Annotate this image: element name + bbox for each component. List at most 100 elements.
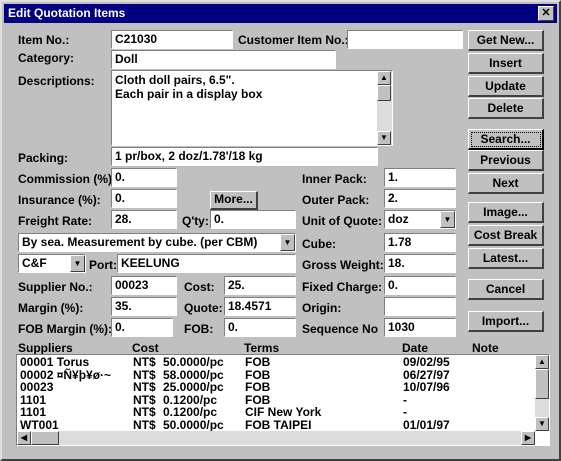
inner-pack-label: Inner Pack: <box>302 172 367 186</box>
suppliers-rows: 00001 Torus NT$ 50.0000/pc FOB 09/02/95 00002… <box>17 355 535 432</box>
cell-currency: NT$ <box>133 417 156 431</box>
origin-label: Origin: <box>302 301 342 315</box>
outer-pack-label: Outer Pack: <box>302 193 370 207</box>
freight-rate-field[interactable]: 28. <box>111 210 177 229</box>
insurance-field[interactable]: 0. <box>111 189 177 208</box>
unit-of-quote-label: Unit of Quote: <box>302 214 382 228</box>
list-vertical-thumb[interactable] <box>535 369 549 399</box>
image-button[interactable]: Image... <box>468 202 544 223</box>
cube-field[interactable]: 1.78 <box>384 233 456 252</box>
table-row[interactable]: 00023 NT$ 25.0000/pc FOB 10/07/96 <box>17 381 535 394</box>
fob-label: FOB: <box>184 322 214 336</box>
gross-weight-field[interactable]: 18. <box>384 254 456 273</box>
cube-label: Cube: <box>302 237 336 251</box>
more-button[interactable]: More... <box>210 191 258 210</box>
scroll-left-icon[interactable]: ◀ <box>17 431 31 445</box>
cost-column-header: Cost <box>132 341 159 355</box>
previous-button[interactable]: Previous <box>468 150 544 171</box>
window-title: Edit Quotation Items <box>8 6 126 20</box>
table-row[interactable]: WT001 NT$ 50.0000/pc FOB TAIPEI 01/01/97 <box>17 417 535 431</box>
scroll-down-icon[interactable]: ▼ <box>377 131 391 145</box>
fob-field[interactable]: 0. <box>224 318 296 337</box>
suppliers-column-header: Suppliers <box>18 341 73 355</box>
date-column-header: Date <box>402 341 429 355</box>
commission-label: Commission (%): <box>18 172 117 186</box>
search-button[interactable]: Search... <box>468 129 544 150</box>
list-horizontal-thumb[interactable] <box>31 431 59 445</box>
scroll-thumb[interactable] <box>377 85 391 101</box>
commission-field[interactable]: 0. <box>111 168 177 187</box>
quote-field[interactable]: 18.4571 <box>224 297 296 316</box>
customer-item-no-label: Customer Item No.: <box>238 33 349 47</box>
fob-margin-field[interactable]: 0. <box>111 318 173 337</box>
description-line-2: Each pair in a display box <box>115 87 263 101</box>
insurance-label: Insurance (%): <box>18 193 101 207</box>
scroll-down-icon[interactable]: ▼ <box>535 417 549 431</box>
title-bar: Edit Quotation Items ✕ <box>4 4 557 23</box>
descriptions-label: Descriptions: <box>18 74 95 88</box>
terms-column-header: Terms <box>244 341 280 355</box>
descriptions-textarea[interactable]: Cloth doll pairs, 6.5". Each pair in a d… <box>111 70 393 146</box>
get-new-button[interactable]: Get New... <box>468 30 544 51</box>
unit-of-quote-select[interactable]: doz ▼ <box>384 210 456 229</box>
outer-pack-field[interactable]: 2. <box>384 189 456 208</box>
terms-select[interactable]: C&F ▼ <box>18 254 86 273</box>
packing-label: Packing: <box>18 151 69 165</box>
chevron-down-icon[interactable]: ▼ <box>70 255 85 272</box>
note-column-header: Note <box>472 341 499 355</box>
fob-margin-label: FOB Margin (%): <box>18 322 112 336</box>
margin-label: Margin (%): <box>18 301 84 315</box>
update-button[interactable]: Update <box>468 76 544 97</box>
qty-field[interactable]: 0. <box>210 210 296 229</box>
port-field[interactable]: KEELUNG <box>117 254 296 273</box>
item-no-field[interactable]: C21030 <box>111 30 233 49</box>
suppliers-list[interactable]: 00001 Torus NT$ 50.0000/pc FOB 09/02/95 00002… <box>16 354 550 446</box>
table-row[interactable]: 00002 ¤Ñ¥þ¥ø·~ NT$ 58.0000/pc FOB 06/27/97 <box>17 368 535 382</box>
chevron-down-icon[interactable]: ▼ <box>280 234 295 251</box>
scroll-right-icon[interactable]: ▶ <box>521 431 535 445</box>
unit-of-quote-value: doz <box>388 212 409 226</box>
cost-label: Cost: <box>184 280 215 294</box>
cell-supplier: WT001 <box>20 417 59 431</box>
cell-cost: 50.0000/pc <box>163 417 224 431</box>
port-label: Port: <box>89 258 117 272</box>
gross-weight-label: Gross Weight: <box>302 258 384 272</box>
supplier-no-label: Supplier No.: <box>18 280 93 294</box>
list-horizontal-scrollbar[interactable] <box>17 431 535 445</box>
fixed-charge-field[interactable]: 0. <box>384 276 456 295</box>
import-button[interactable]: Import... <box>468 311 544 332</box>
inner-pack-field[interactable]: 1. <box>384 168 456 187</box>
latest-button[interactable]: Latest... <box>468 248 544 269</box>
next-button[interactable]: Next <box>468 173 544 194</box>
cancel-button[interactable]: Cancel <box>468 279 544 300</box>
delete-button[interactable]: Delete <box>468 98 544 119</box>
scroll-up-icon[interactable]: ▲ <box>377 71 391 85</box>
packing-field[interactable]: 1 pr/box, 2 doz/1.78'/18 kg <box>111 147 378 166</box>
terms-value: C&F <box>22 256 47 270</box>
supplier-no-field[interactable]: 00023 <box>111 276 177 295</box>
cell-terms: FOB TAIPEI <box>245 417 312 431</box>
category-field[interactable]: Doll <box>111 50 336 69</box>
freight-rate-label: Freight Rate: <box>18 214 93 228</box>
sequence-no-field[interactable]: 1030 <box>384 318 456 337</box>
description-line-1: Cloth doll pairs, 6.5". <box>115 73 235 87</box>
qty-label: Q'ty: <box>182 214 209 228</box>
shipping-method-select[interactable]: By sea. Measurement by cube. (per CBM) ▼ <box>18 233 296 252</box>
chevron-down-icon[interactable]: ▼ <box>440 211 455 228</box>
cost-break-button[interactable]: Cost Break <box>468 225 544 246</box>
quote-label: Quote: <box>184 301 223 315</box>
close-icon[interactable]: ✕ <box>538 6 554 21</box>
category-label: Category: <box>18 51 75 65</box>
margin-field[interactable]: 35. <box>111 297 177 316</box>
cell-date: 10/07/96 <box>403 380 450 394</box>
insert-button[interactable]: Insert <box>468 53 544 74</box>
fixed-charge-label: Fixed Charge: <box>302 280 383 294</box>
sequence-no-label: Sequence No <box>302 322 379 336</box>
origin-field[interactable] <box>384 297 456 316</box>
shipping-method-value: By sea. Measurement by cube. (per CBM) <box>22 235 258 249</box>
cost-field[interactable]: 25. <box>224 276 296 295</box>
customer-item-no-field[interactable] <box>347 30 463 49</box>
scroll-up-icon[interactable]: ▲ <box>535 355 549 369</box>
item-no-label: Item No.: <box>18 33 70 47</box>
cell-date: 01/01/97 <box>403 417 450 431</box>
